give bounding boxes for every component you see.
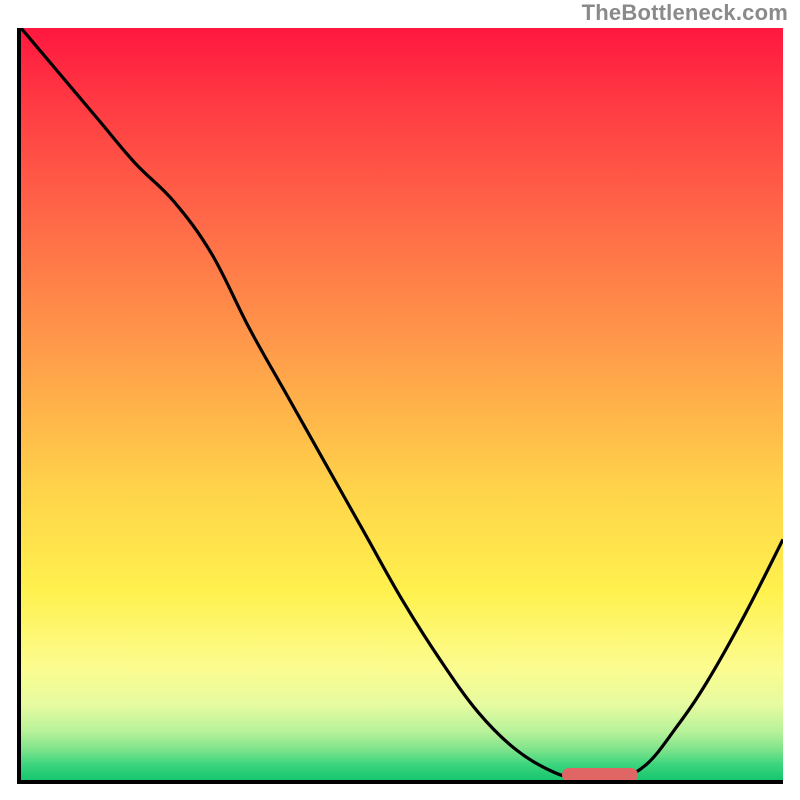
plot-area: [17, 28, 783, 784]
curve-path: [21, 28, 783, 780]
bottleneck-curve: [21, 28, 783, 780]
watermark-text: TheBottleneck.com: [582, 0, 788, 26]
chart-container: TheBottleneck.com: [0, 0, 800, 800]
optimum-marker: [562, 768, 638, 782]
